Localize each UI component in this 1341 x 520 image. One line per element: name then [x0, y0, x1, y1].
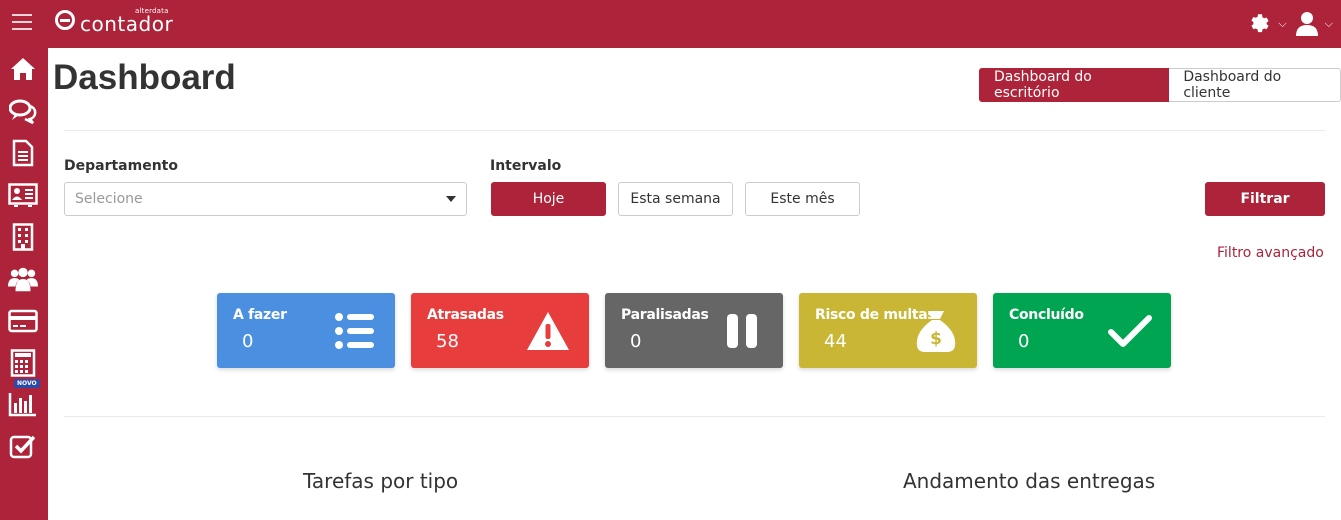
caret-down-icon: [446, 196, 456, 202]
calculator-icon: [10, 349, 36, 377]
department-label: Departamento: [64, 158, 178, 174]
client-dashboard-button[interactable]: Dashboard do cliente: [1169, 68, 1341, 102]
settings-menu[interactable]: ⌵: [1248, 12, 1287, 36]
card-value: 0: [242, 331, 254, 352]
card-value: 0: [630, 331, 642, 352]
document-icon: [12, 139, 34, 167]
users-icon: [8, 267, 38, 292]
sidebar: NOVO: [0, 48, 48, 520]
interval-week-button[interactable]: Esta semana: [618, 182, 733, 216]
sidebar-item-users[interactable]: [8, 264, 38, 294]
card-fine-risk[interactable]: Risco de multas 44 $: [799, 293, 977, 368]
top-right-actions: ⌵ ⌵: [1248, 9, 1333, 39]
logo-brand-name: contador: [80, 12, 174, 36]
top-bar: alterdata contador ⌵ ⌵: [0, 0, 1341, 48]
logo-mark: [55, 10, 75, 30]
bar-chart-icon: [8, 393, 36, 417]
card-late[interactable]: Atrasadas 58: [411, 293, 589, 368]
money-bag-icon: $: [916, 311, 956, 352]
interval-month-button[interactable]: Este mês: [745, 182, 860, 216]
list-icon: [335, 313, 374, 349]
sidebar-item-chat[interactable]: [8, 96, 38, 126]
card-title: Paralisadas: [621, 307, 709, 323]
main-content: Dashboard Dashboard do escritório Dashbo…: [48, 48, 1341, 520]
sidebar-item-home[interactable]: [8, 54, 38, 84]
department-select[interactable]: Selecione: [64, 182, 467, 216]
card-value: 44: [824, 331, 847, 352]
card-todo[interactable]: A fazer 0: [217, 293, 395, 368]
check-icon: [1108, 315, 1152, 347]
filter-button[interactable]: Filtrar: [1205, 182, 1325, 216]
department-placeholder: Selecione: [75, 191, 143, 207]
card-title: Concluído: [1009, 307, 1084, 323]
card-value: 58: [436, 331, 459, 352]
divider: [64, 130, 1325, 131]
page-title: Dashboard: [53, 58, 236, 97]
interval-today-button[interactable]: Hoje: [491, 182, 606, 216]
pause-icon: [727, 314, 757, 348]
menu-icon[interactable]: [12, 14, 32, 32]
warning-icon: [527, 312, 569, 350]
chat-icon: [9, 99, 37, 124]
card-done[interactable]: Concluído 0: [993, 293, 1171, 368]
chevron-down-icon: ⌵: [1278, 17, 1287, 30]
interval-label: Intervalo: [490, 158, 562, 174]
sidebar-item-reports[interactable]: [8, 389, 38, 419]
checkbox-icon: [9, 435, 36, 459]
user-icon: [1295, 12, 1318, 36]
home-icon: [11, 58, 35, 80]
svg-text:$: $: [930, 329, 942, 349]
building-icon: [12, 223, 34, 251]
divider: [64, 416, 1325, 417]
card-paused[interactable]: Paralisadas 0: [605, 293, 783, 368]
card-value: 0: [1018, 331, 1030, 352]
user-menu[interactable]: ⌵: [1295, 11, 1333, 37]
id-card-icon: [8, 183, 38, 207]
sidebar-item-tasks[interactable]: [8, 431, 38, 461]
card-title: Atrasadas: [427, 307, 504, 323]
delivery-progress-title: Andamento das entregas: [903, 469, 1156, 493]
sidebar-item-companies[interactable]: [8, 222, 38, 252]
sidebar-item-calculator[interactable]: [8, 348, 38, 378]
advanced-filter-link[interactable]: Filtro avançado: [1217, 245, 1324, 261]
dashboard-view-toggle: Dashboard do escritório Dashboard do cli…: [979, 68, 1341, 102]
sidebar-item-documents[interactable]: [8, 138, 38, 168]
gear-icon: [1251, 14, 1269, 33]
chevron-down-icon: ⌵: [1324, 17, 1333, 30]
sidebar-item-contacts[interactable]: [8, 180, 38, 210]
new-badge: NOVO: [14, 379, 40, 388]
office-dashboard-button[interactable]: Dashboard do escritório: [979, 68, 1170, 102]
card-title: A fazer: [233, 307, 287, 323]
tasks-by-type-title: Tarefas por tipo: [303, 469, 459, 493]
credit-card-icon: [8, 309, 38, 333]
sidebar-item-billing[interactable]: [8, 306, 38, 336]
